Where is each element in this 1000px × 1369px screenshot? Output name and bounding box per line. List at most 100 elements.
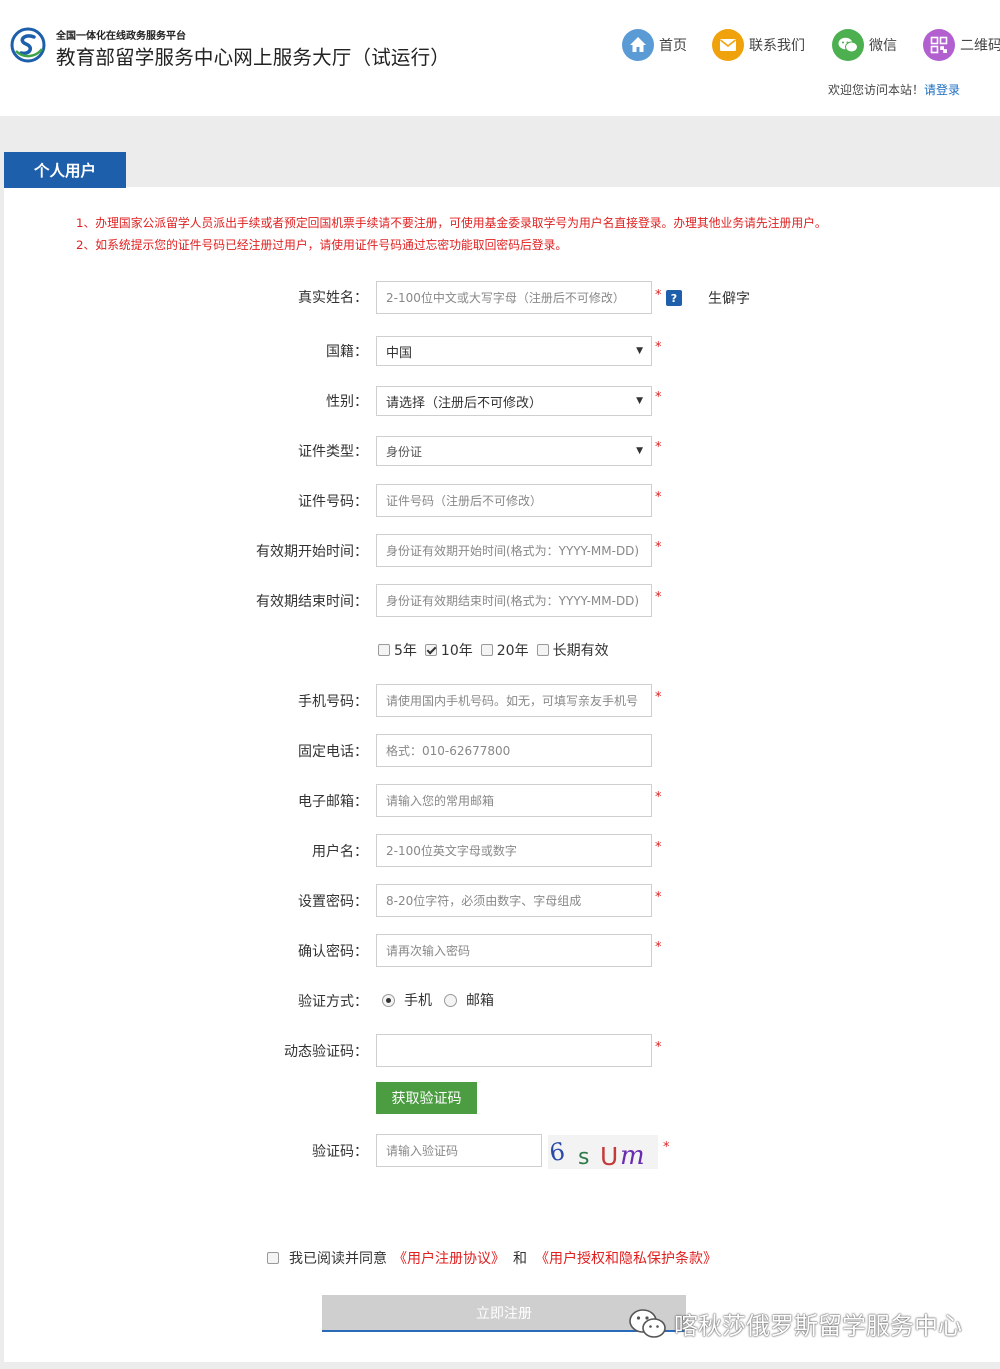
mobile-input[interactable]	[376, 684, 652, 717]
password-label: 设置密码：	[298, 894, 368, 910]
period-long-term-label: 长期有效	[552, 643, 609, 659]
home-icon	[622, 29, 654, 61]
verify-method-label: 验证方式：	[298, 994, 368, 1010]
valid-start-required-mark: *	[655, 540, 662, 555]
email-label: 电子邮箱：	[298, 794, 368, 810]
period-10y[interactable]: 10年	[424, 640, 473, 660]
valid-end-input[interactable]	[376, 584, 652, 617]
nav-contact-label: 联系我们	[749, 38, 805, 54]
notice-2: 2、如系统提示您的证件号码已经注册过用户，请使用证件号码通过忘密功能取回密码后登…	[76, 238, 568, 252]
mobile-required-mark: *	[655, 690, 662, 705]
gender-value: 请选择（注册后不可修改）	[386, 395, 543, 411]
validity-period-options: 5年 10年 20年 长期有效	[378, 640, 617, 660]
login-link[interactable]: 请登录	[924, 83, 960, 97]
confirm-password-input[interactable]	[376, 934, 652, 967]
site-header: 全国一体化在线政务服务平台 教育部留学服务中心网上服务大厅（试运行） 首页 联系…	[0, 0, 1000, 116]
id-type-label: 证件类型：	[298, 444, 368, 460]
period-long-term-checkbox[interactable]	[536, 644, 549, 656]
period-5y-label: 5年	[394, 643, 417, 659]
username-required-mark: *	[655, 840, 662, 855]
nav-qrcode-label: 二维码	[960, 38, 1000, 54]
period-5y-checkbox[interactable]	[378, 644, 390, 656]
help-icon[interactable]: ?	[666, 290, 682, 306]
username-label: 用户名：	[312, 844, 368, 860]
period-5y[interactable]: 5年	[378, 640, 417, 660]
svg-text:s: s	[578, 1145, 589, 1169]
valid-end-required-mark: *	[655, 590, 662, 605]
phone-input[interactable]	[376, 734, 652, 767]
confirm-password-required-mark: *	[655, 940, 662, 955]
site-title: 教育部留学服务中心网上服务大厅（试运行）	[56, 46, 451, 69]
welcome-text: 欢迎您访问本站！	[827, 83, 924, 97]
watermark-text: 喀秋莎俄罗斯留学服务中心	[674, 1312, 962, 1340]
agreement-and: 和	[513, 1251, 527, 1267]
id-type-select[interactable]: 身份证 ▼	[376, 436, 652, 466]
agree-checkbox[interactable]	[267, 1252, 279, 1264]
svg-text:U: U	[600, 1142, 618, 1169]
verify-method-options: 手机 邮箱	[382, 990, 506, 1010]
gender-label: 性别：	[326, 394, 368, 410]
period-10y-checkbox[interactable]	[424, 644, 437, 656]
captcha-required-mark: *	[663, 1140, 670, 1155]
nav-wechat-label: 微信	[869, 38, 897, 54]
nav-wechat[interactable]: 微信	[832, 29, 897, 61]
id-number-required-mark: *	[655, 490, 662, 505]
chevron-down-icon: ▼	[636, 396, 643, 406]
verify-email-option[interactable]: 邮箱	[444, 990, 494, 1010]
nav-home[interactable]: 首页	[622, 29, 687, 61]
period-20y[interactable]: 20年	[480, 640, 529, 660]
gender-required-mark: *	[655, 390, 662, 405]
tab-personal-user[interactable]: 个人用户	[4, 152, 126, 188]
welcome-bar: 欢迎您访问本站！请登录	[828, 81, 960, 98]
dynamic-code-input[interactable]	[376, 1034, 652, 1067]
username-input[interactable]	[376, 834, 652, 867]
period-long-term[interactable]: 长期有效	[536, 640, 609, 660]
get-code-button[interactable]: 获取验证码	[376, 1082, 477, 1114]
verify-mobile-radio[interactable]	[382, 993, 395, 1007]
mail-icon	[712, 29, 744, 61]
rare-char-link[interactable]: 生僻字	[708, 288, 750, 308]
name-label: 真实姓名：	[298, 290, 368, 306]
valid-end-label: 有效期结束时间：	[256, 594, 368, 610]
captcha-image[interactable]: 6 s U m	[548, 1135, 658, 1169]
valid-start-input[interactable]	[376, 534, 652, 567]
privacy-link[interactable]: 《用户授权和隐私保护条款》	[535, 1248, 717, 1268]
verify-mobile-label: 手机	[404, 993, 432, 1009]
id-number-input[interactable]	[376, 484, 652, 517]
email-input[interactable]	[376, 784, 652, 817]
terms-link[interactable]: 《用户注册协议》	[393, 1248, 505, 1268]
notice-1: 1、办理国家公派留学人员派出手续或者预定回国机票手续请不要注册，可使用基金委录取…	[76, 216, 827, 230]
name-input[interactable]	[376, 281, 652, 314]
watermark: 喀秋莎俄罗斯留学服务中心	[628, 1306, 962, 1341]
verify-email-radio[interactable]	[444, 993, 457, 1007]
id-number-label: 证件号码：	[298, 494, 368, 510]
agreement-row: 我已阅读并同意 《用户注册协议》 和 《用户授权和隐私保护条款》	[267, 1248, 717, 1268]
nationality-label: 国籍：	[326, 344, 368, 360]
nationality-value: 中国	[386, 345, 413, 361]
nationality-select[interactable]: 中国 ▼	[376, 336, 652, 366]
wechat-watermark-icon	[629, 1308, 666, 1338]
period-20y-label: 20年	[496, 643, 529, 659]
phone-label: 固定电话：	[298, 744, 368, 760]
password-input[interactable]	[376, 884, 652, 917]
nav-contact[interactable]: 联系我们	[712, 29, 805, 61]
nav-home-label: 首页	[659, 38, 687, 54]
agreement-prefix: 我已阅读并同意	[289, 1251, 387, 1267]
site-logo-icon	[10, 27, 46, 63]
wechat-icon	[832, 29, 864, 61]
verify-mobile-option[interactable]: 手机	[382, 990, 432, 1010]
nav-qrcode[interactable]: 二维码	[923, 29, 1000, 61]
chevron-down-icon: ▼	[636, 346, 643, 356]
gender-select[interactable]: 请选择（注册后不可修改） ▼	[376, 386, 652, 416]
period-20y-checkbox[interactable]	[480, 644, 493, 656]
password-required-mark: *	[655, 890, 662, 905]
captcha-input[interactable]	[376, 1134, 542, 1167]
platform-name: 全国一体化在线政务服务平台	[56, 31, 186, 42]
qrcode-icon	[923, 29, 955, 61]
id-type-required-mark: *	[655, 440, 662, 455]
mobile-label: 手机号码：	[298, 694, 368, 710]
nationality-required-mark: *	[655, 340, 662, 355]
captcha-label: 验证码：	[312, 1144, 368, 1160]
confirm-password-label: 确认密码：	[298, 944, 368, 960]
name-required-mark: *	[655, 288, 662, 303]
